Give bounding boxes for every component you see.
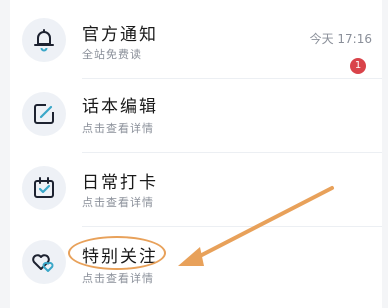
annotation-arrow-icon (178, 186, 334, 266)
